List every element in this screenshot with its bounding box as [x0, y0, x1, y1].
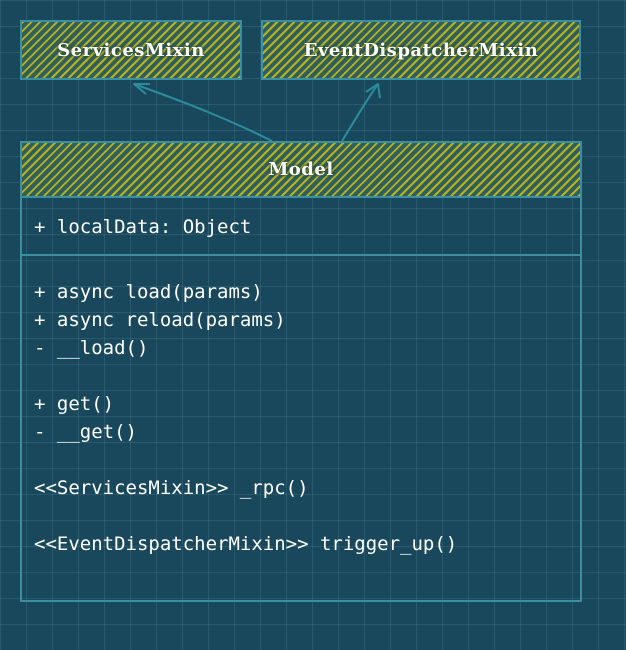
- class-header: Model: [22, 143, 580, 198]
- arrowhead-services-mixin: [133, 83, 150, 95]
- attribute: + localData: Object: [34, 216, 252, 238]
- method: + get(): [34, 393, 115, 415]
- class-name: Model: [268, 159, 334, 180]
- method: + async load(params): [34, 281, 263, 303]
- class-name: EventDispatcherMixin: [303, 39, 539, 61]
- method: - __get(): [34, 421, 137, 443]
- class-name: ServicesMixin: [57, 39, 205, 61]
- method: <<EventDispatcherMixin>> trigger_up(): [34, 533, 458, 555]
- arrow-model-to-services-mixin: [133, 83, 273, 142]
- arrowhead-event-dispatcher-mixin: [365, 83, 381, 99]
- method: <<ServicesMixin>> _rpc(): [34, 477, 309, 499]
- arrow-model-to-event-dispatcher-mixin: [341, 83, 379, 142]
- method: - __load(): [34, 337, 149, 359]
- method: + async reload(params): [34, 309, 286, 331]
- attributes-section: + localData: Object: [22, 200, 580, 256]
- class-event-dispatcher-mixin[interactable]: EventDispatcherMixin: [261, 20, 581, 80]
- class-services-mixin[interactable]: ServicesMixin: [20, 20, 242, 80]
- class-model[interactable]: Model + localData: Object + async load(p…: [20, 141, 582, 602]
